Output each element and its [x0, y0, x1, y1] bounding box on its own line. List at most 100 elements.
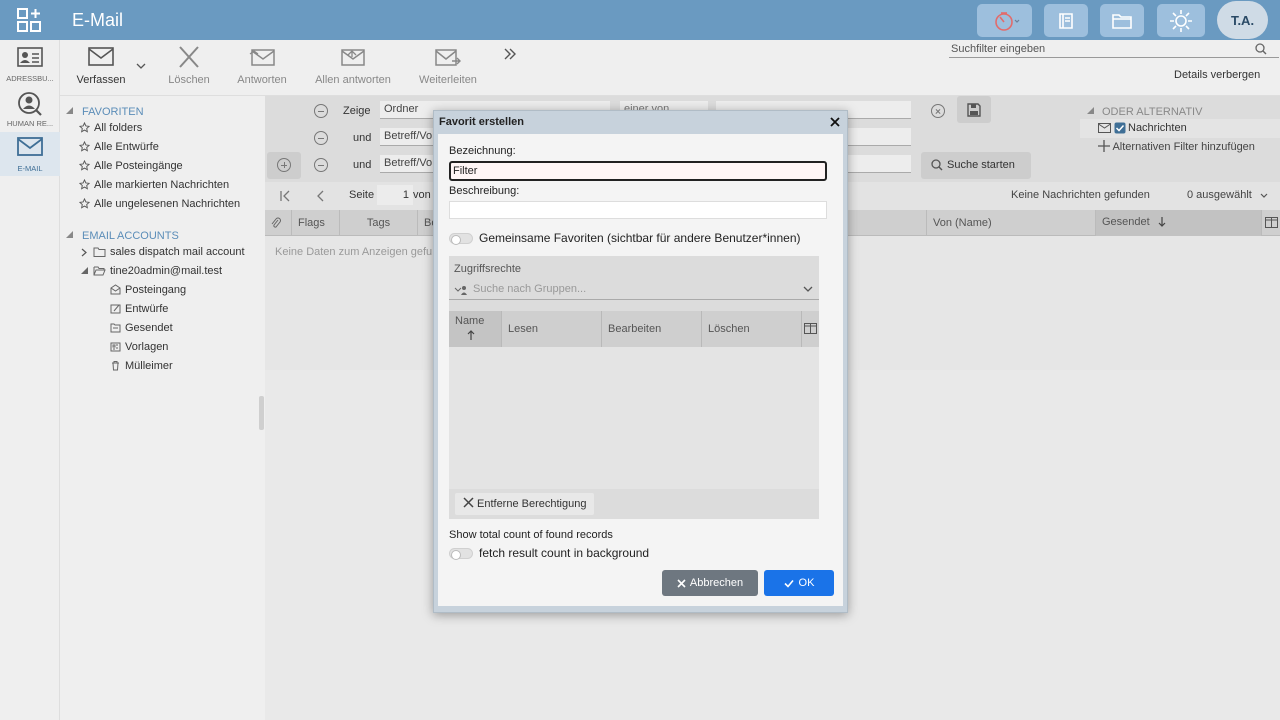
remove-filter-icon[interactable]	[314, 104, 328, 118]
delete-button[interactable]: Löschen	[159, 40, 219, 96]
close-icon	[677, 578, 686, 588]
column-flags[interactable]: Flags	[292, 210, 340, 236]
grants-column-edit[interactable]: Bearbeiten	[602, 311, 702, 347]
clear-filter-icon[interactable]	[931, 104, 945, 118]
remove-filter-icon[interactable]	[314, 158, 328, 172]
hide-details-button[interactable]: Details verbergen	[1174, 69, 1260, 81]
grants-column-name[interactable]: Name	[449, 311, 502, 347]
sort-ascending-icon	[467, 330, 475, 340]
filter-field-select[interactable]: Betreff/Vo	[380, 128, 440, 146]
ok-button[interactable]: OK	[764, 570, 834, 596]
favorite-item[interactable]: All folders	[78, 121, 142, 134]
add-filter-button[interactable]	[267, 152, 301, 179]
favorite-description-input[interactable]	[449, 201, 827, 219]
templates-icon	[110, 342, 121, 352]
column-chooser-icon[interactable]	[1265, 217, 1278, 228]
folder-label: Entwürfe	[125, 303, 169, 315]
reply-label: Antworten	[237, 74, 287, 86]
reply-all-button[interactable]: Allen antworten	[310, 40, 396, 96]
app-email[interactable]: E-MAIL	[0, 132, 60, 176]
stopwatch-icon	[994, 11, 1019, 31]
folder-sent[interactable]: Gesendet	[110, 322, 173, 334]
favorite-item[interactable]: Alle ungelesenen Nachrichten	[78, 197, 240, 210]
collapse-triangle-icon[interactable]	[1087, 107, 1095, 115]
app-title: E-Mail	[72, 10, 124, 30]
search-input[interactable]: Suchfilter eingeben	[949, 42, 1279, 58]
timer-button[interactable]	[977, 4, 1032, 37]
selection-count[interactable]: 0 ausgewählt	[1187, 189, 1252, 201]
search-icon	[931, 159, 943, 171]
app-launcher-icon[interactable]	[16, 7, 42, 33]
grants-table-header: Name Lesen Bearbeiten Löschen	[449, 311, 819, 347]
folder-templates[interactable]: Vorlagen	[110, 341, 168, 353]
panel-splitter[interactable]	[259, 396, 264, 430]
files-button[interactable]	[1100, 4, 1144, 37]
grants-table-body	[449, 347, 819, 489]
remove-grant-label: Entferne Berechtigung	[477, 498, 587, 510]
favorite-name-input[interactable]: Filter	[449, 161, 827, 181]
column-tags[interactable]: Tags	[340, 210, 418, 236]
column-attachment[interactable]	[265, 210, 292, 236]
chevron-down-icon[interactable]	[803, 286, 813, 293]
shared-favorite-toggle[interactable]	[449, 233, 473, 245]
forward-label: Weiterleiten	[419, 74, 477, 86]
previous-page-icon[interactable]	[315, 190, 325, 202]
folder-drafts[interactable]: Entwürfe	[110, 303, 168, 315]
favorite-item[interactable]: Alle Entwürfe	[78, 140, 159, 153]
group-search-input[interactable]: Suche nach Gruppen...	[449, 280, 819, 300]
remove-grant-button[interactable]: Entferne Berechtigung	[455, 493, 595, 515]
alternative-filter-heading: ODER ALTERNATIV	[1102, 106, 1203, 118]
collapse-triangle-icon[interactable]	[66, 231, 74, 239]
chevron-right-icon[interactable]	[81, 248, 88, 257]
filter-value-input[interactable]	[845, 155, 911, 173]
search-icon[interactable]	[1255, 43, 1267, 55]
account-item[interactable]: sales dispatch mail account	[93, 246, 245, 258]
collapse-triangle-icon[interactable]	[66, 107, 74, 115]
background-count-toggle[interactable]	[449, 548, 473, 560]
theme-button[interactable]	[1157, 4, 1205, 37]
grants-column-read[interactable]: Lesen	[502, 311, 602, 347]
filter-field-select[interactable]: Betreff/Vo	[380, 155, 440, 173]
favorites-heading: FAVORITEN	[82, 106, 144, 118]
folder-trash[interactable]: Mülleimer	[110, 360, 173, 372]
favorite-item[interactable]: Alle Posteingänge	[78, 159, 183, 172]
alternative-filter-item[interactable]: Nachrichten	[1080, 119, 1280, 138]
account-item[interactable]: tine20admin@mail.test	[93, 265, 222, 277]
cancel-button[interactable]: Abbrechen	[662, 570, 758, 596]
grants-column-delete[interactable]: Löschen	[702, 311, 802, 347]
forward-button[interactable]: Weiterleiten	[414, 40, 482, 96]
add-alternative-filter-button[interactable]: Alternativen Filter hinzufügen	[1098, 140, 1255, 153]
reply-all-icon	[341, 49, 365, 66]
chevron-down-icon[interactable]	[136, 62, 146, 70]
column-sent-label: Gesendet	[1102, 216, 1150, 228]
column-chooser-icon[interactable]	[804, 323, 817, 334]
folder-tree: FAVORITEN All folders Alle Entwürfe Alle…	[60, 96, 265, 720]
person-search-icon	[18, 92, 42, 116]
favorite-item[interactable]: Alle markierten Nachrichten	[78, 178, 230, 191]
column-sent[interactable]: Gesendet	[1096, 210, 1262, 236]
column-from-name[interactable]: Von (Name)	[926, 210, 1096, 236]
book-icon	[1059, 12, 1073, 29]
more-actions-icon[interactable]	[503, 48, 517, 60]
close-icon[interactable]	[828, 115, 842, 129]
app-addressbook[interactable]: ADRESSBU...	[0, 42, 60, 86]
page-number-input[interactable]: 1	[377, 185, 413, 205]
favorite-label: Alle Entwürfe	[94, 141, 159, 153]
collapse-triangle-icon[interactable]	[81, 267, 89, 275]
folder-inbox[interactable]: Posteingang	[110, 284, 186, 296]
app-human-resources-label: HUMAN RE...	[6, 119, 54, 128]
compose-button[interactable]: Verfassen	[66, 40, 136, 96]
user-avatar[interactable]: T.A.	[1217, 1, 1268, 39]
reply-button[interactable]: Antworten	[230, 40, 294, 96]
first-page-icon[interactable]	[279, 190, 291, 202]
filter-value-input[interactable]	[845, 128, 911, 146]
remove-filter-icon[interactable]	[314, 131, 328, 145]
app-human-resources[interactable]: HUMAN RE...	[0, 87, 60, 131]
start-search-button[interactable]: Suche starten	[921, 152, 1031, 179]
notes-button[interactable]	[1044, 4, 1088, 37]
chevron-down-icon[interactable]	[1260, 193, 1268, 199]
page-label: Seite	[349, 189, 375, 201]
save-filter-button[interactable]	[957, 96, 991, 123]
checkbox-checked-icon[interactable]	[1114, 122, 1126, 134]
favorite-label: Alle markierten Nachrichten	[94, 179, 230, 191]
